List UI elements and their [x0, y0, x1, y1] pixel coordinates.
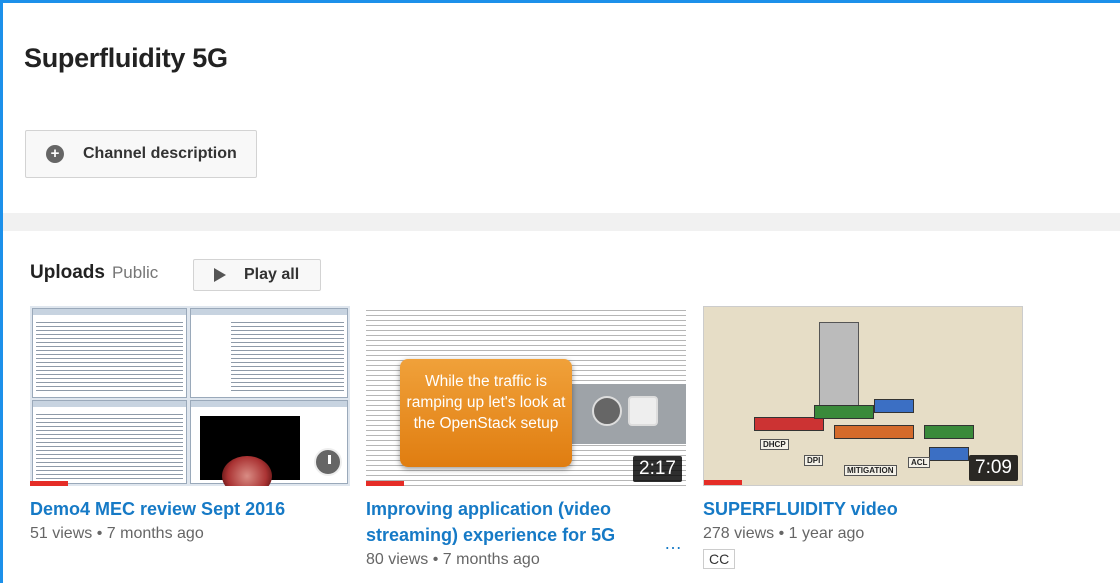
uploads-visibility: Public: [111, 263, 159, 282]
clock-icon[interactable]: [314, 448, 342, 476]
thumb-window: [32, 308, 187, 398]
meta-separator: •: [96, 525, 103, 542]
play-all-label: Play all: [244, 266, 300, 283]
thumb-brick: [874, 399, 914, 413]
thumb-video-player: [200, 416, 300, 486]
thumb-brick: [814, 405, 874, 419]
video-views: 51 views: [30, 525, 93, 542]
meta-separator: •: [432, 551, 439, 568]
video-age: 1 year ago: [788, 525, 865, 542]
section-divider: [3, 213, 1120, 231]
channel-header: Superfluidity 5G + Channel description: [3, 3, 1120, 213]
channel-title: Superfluidity 5G: [24, 43, 228, 73]
video-title[interactable]: Improving application (video streaming) …: [366, 496, 666, 548]
thumb-brick: [754, 417, 824, 431]
thumb-brick: [834, 425, 914, 439]
video-title[interactable]: Demo4 MEC review Sept 2016: [30, 496, 350, 522]
thumb-window: [32, 400, 187, 484]
video-meta: 80 views • 7 months ago: [366, 551, 686, 569]
video-views: 278 views: [703, 525, 775, 542]
video-meta: 51 views • 7 months ago: [30, 525, 350, 543]
channel-description-label: Channel description: [83, 145, 237, 162]
watch-progress-bar: [366, 481, 404, 486]
thumb-sign: DPI: [804, 455, 824, 466]
uploads-title[interactable]: Uploads: [30, 262, 105, 284]
video-card: While the traffic is ramping up let's lo…: [366, 306, 686, 569]
video-thumbnail[interactable]: [30, 306, 350, 486]
plus-circle-icon: +: [46, 145, 64, 163]
play-all-button[interactable]: Play all: [193, 259, 321, 291]
watch-progress-bar: [704, 480, 742, 485]
thumb-sign: DHCP: [760, 439, 789, 450]
video-views: 80 views: [366, 551, 429, 568]
watch-progress-bar: [30, 481, 68, 486]
video-card: DHCP DPI MITIGATION ACL 7:09 SUPERFLUIDI…: [703, 306, 1023, 569]
video-title[interactable]: SUPERFLUIDITY video: [703, 496, 1023, 522]
thumb-sign: ACL: [908, 457, 931, 468]
thumb-brick: [929, 447, 969, 461]
thumb-sign: MITIGATION: [844, 465, 897, 476]
cc-badge: CC: [703, 549, 736, 569]
video-card: Demo4 MEC review Sept 2016 51 views • 7 …: [30, 306, 350, 543]
video-meta: 278 views • 1 year ago: [703, 525, 1023, 543]
meta-separator: •: [778, 525, 785, 542]
file-icon: [628, 396, 658, 426]
video-duration: 2:17: [633, 456, 682, 482]
thumb-window: [190, 308, 348, 398]
play-icon: [214, 268, 226, 282]
thumb-robot: [819, 322, 859, 412]
channel-description-button[interactable]: + Channel description: [25, 130, 257, 178]
uploads-header: Uploads Public Play all: [30, 259, 321, 291]
gear-icon: [592, 396, 622, 426]
video-thumbnail[interactable]: While the traffic is ramping up let's lo…: [366, 306, 686, 486]
video-age: 7 months ago: [106, 525, 204, 542]
video-thumbnail[interactable]: DHCP DPI MITIGATION ACL 7:09: [703, 306, 1023, 486]
thumb-caption: While the traffic is ramping up let's lo…: [400, 359, 572, 467]
title-ellipsis: …: [664, 533, 682, 553]
video-age: 7 months ago: [442, 551, 540, 568]
thumb-panel: [566, 384, 686, 444]
thumb-brick: [924, 425, 974, 439]
video-duration: 7:09: [969, 455, 1018, 481]
